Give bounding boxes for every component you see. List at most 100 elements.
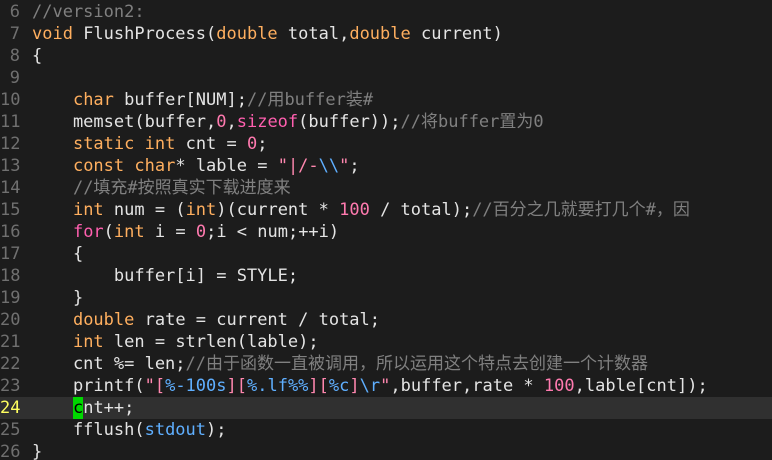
code-token-text: ( (103, 222, 114, 242)
code-line[interactable]: 22 cnt %= len;//由于函数一直被调用，所以运用这个特点去创建一个计… (0, 353, 772, 375)
code-text: for(int i = 0;i < num;++i) (32, 221, 339, 243)
code-token-text: { (32, 46, 43, 66)
code-line[interactable]: 13 const char* lable = "|/-\\"; (0, 155, 772, 177)
code-token-text: ;i < num;++i) (206, 222, 340, 242)
code-token-type: static (72, 134, 135, 154)
code-token-type: int (72, 200, 104, 220)
line-number: 6 (9, 2, 20, 22)
line-number: 15 (0, 200, 21, 220)
code-line[interactable]: 6 //version2: (0, 1, 772, 23)
code-token-text: ; (349, 156, 360, 176)
code-text: //填充#按照真实下载进度来 (32, 177, 291, 199)
code-token-type: int (72, 332, 104, 352)
code-line[interactable]: 11 memset(buffer,0,sizeof(buffer));//将bu… (0, 111, 772, 133)
line-number: 7 (9, 24, 20, 44)
code-line[interactable]: 10 char buffer[NUM];//用buffer装# (0, 89, 772, 111)
code-line[interactable]: 19 } (0, 287, 772, 309)
code-token-kw: for (72, 222, 104, 242)
code-text: buffer[i] = STYLE; (32, 265, 298, 287)
code-token-esc: %c (328, 376, 350, 396)
code-token-comment: //将buffer置为0 (400, 112, 544, 132)
code-token-type: void (32, 24, 73, 44)
code-token-text: { (32, 244, 84, 264)
code-token-type: double (216, 24, 278, 44)
code-token-num: 100 (339, 200, 370, 220)
line-number: 25 (0, 420, 21, 440)
code-line[interactable]: 26} (0, 441, 772, 460)
code-token-text: (buffer)); (298, 112, 401, 132)
code-text: static int cnt = 0; (32, 133, 268, 155)
code-text: memset(buffer,0,sizeof(buffer));//将buffe… (32, 111, 544, 133)
line-number: 14 (0, 178, 21, 198)
line-number: 10 (0, 90, 21, 110)
line-number: 26 (0, 442, 21, 460)
code-text: } (32, 441, 42, 460)
text-cursor: c (72, 397, 84, 419)
code-token-type: const (72, 156, 125, 176)
code-line-current[interactable]: 24 cnt++; (0, 397, 772, 419)
code-line[interactable]: 16 for(int i = 0;i < num;++i) (0, 221, 772, 243)
code-token-esc: \\ (318, 156, 340, 176)
code-line[interactable]: 17 { (0, 243, 772, 265)
code-token-str: ] (349, 376, 360, 396)
code-line[interactable]: 20 double rate = current / total; (0, 309, 772, 331)
code-token-str: "|/- (277, 156, 319, 176)
code-line[interactable]: 18 buffer[i] = STYLE; (0, 265, 772, 287)
code-line[interactable]: 7 void FlushProcess(double total,double c… (0, 23, 772, 45)
code-token-text: ,buffer,rate * (390, 376, 544, 396)
code-line[interactable]: 23 printf("[%-100s][%.lf%%][%c]\r",buffe… (0, 375, 772, 397)
code-token-text: buffer[NUM]; (113, 90, 247, 110)
code-line[interactable]: 8{ (0, 45, 772, 67)
code-text: { (32, 243, 83, 265)
code-token-text: * lable = (175, 156, 278, 176)
code-token-text: )(current * (216, 200, 340, 220)
code-line[interactable]: 25 fflush(stdout); (0, 419, 772, 441)
code-token-text: FlushProcess( (72, 24, 217, 44)
code-token-text: fflush( (32, 420, 145, 440)
code-token-text: ); (206, 420, 227, 440)
code-line[interactable]: 14 //填充#按照真实下载进度来 (0, 177, 772, 199)
code-token-text: i = (144, 222, 196, 242)
code-token-num: 0 (195, 222, 207, 242)
line-number: 21 (0, 332, 21, 352)
line-number: 8 (9, 46, 20, 66)
code-text: fflush(stdout); (32, 419, 227, 441)
code-line[interactable]: 12 static int cnt = 0; (0, 133, 772, 155)
code-token-text: cnt = (175, 134, 247, 154)
code-text: int num = (int)(current * 100 / total);/… (32, 199, 690, 221)
code-token-type: int (113, 222, 145, 242)
code-token-esc: %.lf (246, 376, 288, 396)
code-editor[interactable]: 6 //version2: 7 void FlushProcess(double to… (0, 0, 772, 460)
code-token-text: / total); (369, 200, 473, 220)
code-token-text: } (32, 288, 84, 308)
code-token-str: "[ (144, 376, 166, 396)
code-text: char buffer[NUM];//用buffer装# (32, 89, 373, 111)
code-token-type: int (185, 200, 217, 220)
code-line[interactable]: 21 int len = strlen(lable); (0, 331, 772, 353)
code-token-text: cnt %= len; (32, 354, 186, 374)
code-line[interactable]: 9 (0, 67, 772, 89)
code-token-num: 0 (247, 134, 258, 154)
code-token-text: memset(buffer, (32, 112, 217, 132)
code-text: printf("[%-100s][%.lf%%][%c]\r",buffer,r… (32, 375, 708, 397)
line-number: 16 (0, 222, 21, 242)
code-token-text: num = ( (103, 200, 186, 220)
code-text: void FlushProcess(double total,double cu… (32, 23, 503, 45)
code-token-str: " (339, 156, 350, 176)
code-token-kw: sizeof (236, 112, 299, 132)
code-token-text: nt++; (83, 398, 135, 418)
code-text: int len = strlen(lable); (32, 331, 319, 353)
code-text: cnt++; (32, 397, 134, 419)
code-token-lib: stdout (144, 420, 207, 440)
line-number: 23 (0, 376, 21, 396)
code-line[interactable]: 15 int num = (int)(current * 100 / total… (0, 199, 772, 221)
code-text: //version2: (32, 1, 145, 23)
code-token-esc: %% (287, 376, 309, 396)
